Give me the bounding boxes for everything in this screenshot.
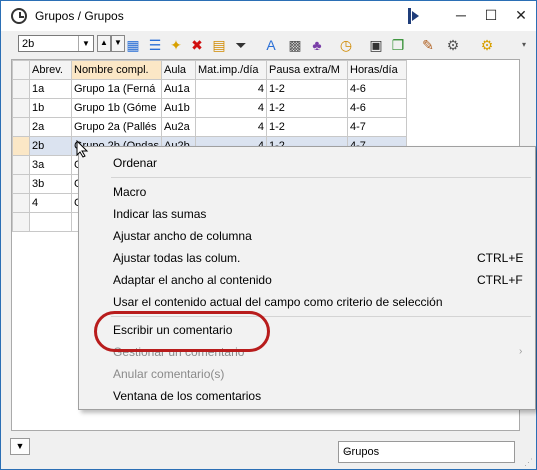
- tools-icon[interactable]: ✎: [420, 37, 436, 53]
- grid-view-icon[interactable]: ▩: [287, 37, 303, 53]
- row-header[interactable]: [12, 117, 30, 137]
- table-cell[interactable]: 1-2: [266, 79, 348, 99]
- table-cell[interactable]: [29, 212, 72, 232]
- column-header[interactable]: Pausa extra/M: [266, 60, 348, 80]
- resize-grip-icon[interactable]: ⋰: [524, 457, 534, 467]
- row-header[interactable]: [12, 98, 30, 118]
- table-cell[interactable]: 4: [29, 193, 72, 213]
- close-button[interactable]: ✕: [501, 1, 537, 31]
- spell-check-icon[interactable]: A: [263, 37, 279, 53]
- table-row[interactable]: 2a Grupo 2a (Pallés Au2a 4 1-2 4-7: [12, 117, 407, 137]
- copy-icon[interactable]: ❐: [390, 37, 406, 53]
- row-header[interactable]: [12, 212, 30, 232]
- menu-item-macro[interactable]: Macro: [113, 185, 146, 199]
- record-selector[interactable]: 2b ▼: [18, 35, 94, 52]
- table-cell[interactable]: Grupo 2a (Pallés: [71, 117, 162, 137]
- menu-separator: [111, 177, 531, 178]
- menu-item-ordenar[interactable]: Ordenar: [113, 156, 157, 170]
- settings-icon[interactable]: ⚙: [445, 37, 461, 53]
- title-bar: Grupos / Grupos ─ ☐ ✕: [1, 1, 536, 31]
- shortcut-ctrl-e: CTRL+E: [477, 251, 524, 265]
- toolbar: 2b ▼ ▲ ▼ ▦ ☰ ✦ ✖ ▤ ⏷ A ▩ ♣ ◷ ▣ ❐ ✎ ⚙ ⚙ ▾: [1, 32, 536, 58]
- gear-icon[interactable]: ⚙: [479, 37, 495, 53]
- table-cell[interactable]: 2b: [29, 136, 72, 156]
- column-header[interactable]: Aula: [161, 60, 196, 80]
- menu-item-adaptar-ancho[interactable]: Adaptar el ancho al contenido: [113, 273, 272, 287]
- list-icon[interactable]: ☰: [147, 37, 163, 53]
- chevron-down-icon[interactable]: ▼: [78, 36, 93, 51]
- table-cell[interactable]: 2a: [29, 117, 72, 137]
- menu-item-ventana-comentarios[interactable]: Ventana de los comentarios: [113, 389, 261, 403]
- chevron-down-icon: ⌄: [343, 445, 352, 456]
- table-cell[interactable]: 4-6: [347, 98, 407, 118]
- table-cell[interactable]: 4-6: [347, 79, 407, 99]
- table-cell[interactable]: Au1a: [161, 79, 196, 99]
- table-cell[interactable]: 3b: [29, 174, 72, 194]
- table-cell[interactable]: 1a: [29, 79, 72, 99]
- table-cell[interactable]: 4-7: [347, 117, 407, 137]
- menu-separator: [111, 316, 531, 317]
- table-cell[interactable]: 4: [195, 98, 267, 118]
- submenu-arrow-icon: ›: [519, 346, 523, 357]
- add-row-icon[interactable]: ▦: [125, 37, 141, 53]
- column-header[interactable]: Horas/día: [347, 60, 407, 80]
- status-bar: ▼ Grupos ⌄ ⋰: [1, 433, 536, 469]
- clock-icon[interactable]: ◷: [338, 37, 354, 53]
- new-record-icon[interactable]: ✦: [168, 37, 184, 53]
- menu-item-escribir-comentario[interactable]: Escribir un comentario: [113, 323, 232, 337]
- menu-item-ajustar-todas[interactable]: Ajustar todas las colum.: [113, 251, 240, 265]
- view-select[interactable]: Grupos ⌄: [338, 441, 515, 463]
- column-header[interactable]: Abrev.: [29, 60, 72, 80]
- table-cell[interactable]: Grupo 1b (Góme: [71, 98, 162, 118]
- tree-icon[interactable]: ♣: [309, 37, 325, 53]
- table-cell[interactable]: Grupo 1a (Ferná: [71, 79, 162, 99]
- table-row[interactable]: 1a Grupo 1a (Ferná Au1a 4 1-2 4-6: [12, 79, 407, 99]
- row-header[interactable]: [12, 174, 30, 194]
- footer-dropdown-button[interactable]: ▼: [10, 438, 30, 455]
- previous-record-button[interactable]: ▲: [97, 35, 111, 52]
- calendar-icon[interactable]: ▣: [368, 37, 384, 53]
- table-cell[interactable]: 1-2: [266, 117, 348, 137]
- table-cell[interactable]: Au1b: [161, 98, 196, 118]
- sort-icon[interactable]: ▤: [211, 37, 227, 53]
- mouse-cursor-icon: [76, 140, 89, 158]
- menu-item-anular-comentario: Anular comentario(s): [113, 367, 225, 381]
- row-header[interactable]: [12, 79, 30, 99]
- shortcut-ctrl-f: CTRL+F: [477, 273, 523, 287]
- window-title: Grupos / Grupos: [35, 9, 124, 23]
- pin-icon[interactable]: [406, 7, 422, 25]
- table-cell[interactable]: Au2a: [161, 117, 196, 137]
- toolbar-overflow-icon[interactable]: ▾: [516, 37, 532, 53]
- menu-item-indicar-sumas[interactable]: Indicar las sumas: [113, 207, 206, 221]
- menu-item-usar-contenido[interactable]: Usar el contenido actual del campo como …: [113, 295, 443, 309]
- context-menu: Ordenar Macro Indicar las sumas Ajustar …: [78, 146, 536, 410]
- filter-icon[interactable]: ⏷: [233, 37, 249, 53]
- row-header[interactable]: [12, 155, 30, 175]
- column-header[interactable]: Nombre compl.: [71, 60, 162, 80]
- column-header[interactable]: Mat.imp./día: [195, 60, 267, 80]
- table-cell[interactable]: 4: [195, 117, 267, 137]
- table-header: Abrev. Nombre compl. Aula Mat.imp./día P…: [12, 60, 407, 80]
- next-record-button[interactable]: ▼: [111, 35, 125, 52]
- table-cell[interactable]: 4: [195, 79, 267, 99]
- row-header[interactable]: [12, 193, 30, 213]
- table-cell[interactable]: 1-2: [266, 98, 348, 118]
- table-row[interactable]: 1b Grupo 1b (Góme Au1b 4 1-2 4-6: [12, 98, 407, 118]
- menu-item-gestionar-comentario: Gestionar un comentario: [113, 345, 245, 359]
- corner-cell[interactable]: [12, 60, 30, 80]
- delete-icon[interactable]: ✖: [189, 37, 205, 53]
- row-header[interactable]: [12, 136, 30, 156]
- table-cell[interactable]: 3a: [29, 155, 72, 175]
- clock-app-icon: [11, 8, 27, 24]
- table-cell[interactable]: 1b: [29, 98, 72, 118]
- record-selector-value: 2b: [22, 38, 35, 50]
- menu-item-ajustar-ancho[interactable]: Ajustar ancho de columna: [113, 229, 252, 243]
